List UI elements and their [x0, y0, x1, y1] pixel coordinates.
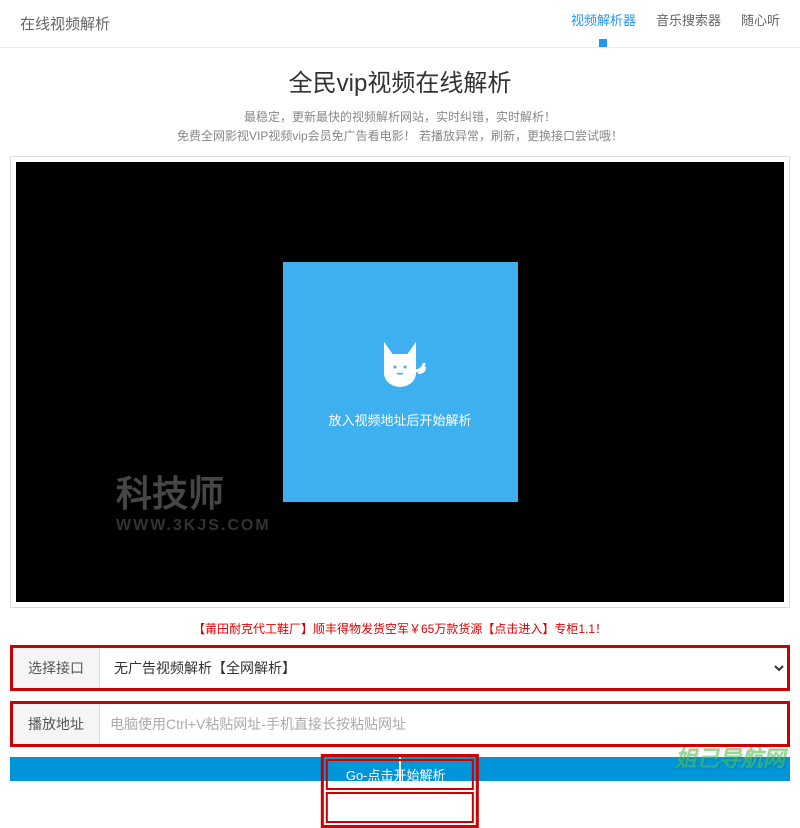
page-subtitle: 最稳定，更新最快的视频解析网站，实时纠错，实时解析！ 免费全网影视VIP视频vi…: [0, 108, 800, 146]
nav-video-parser[interactable]: 视频解析器: [571, 10, 636, 37]
player-placeholder: 放入视频地址后开始解析: [283, 262, 518, 502]
new-button-highlight[interactable]: New-点击全屏解析: [326, 792, 474, 823]
video-player[interactable]: 放入视频地址后开始解析 科技师 WWW.3KJS.COM: [16, 162, 784, 602]
nav-music-search[interactable]: 音乐搜索器: [656, 10, 721, 37]
cat-icon: [370, 335, 430, 395]
nav-random-listen[interactable]: 随心听: [741, 10, 780, 37]
page-title: 全民vip视频在线解析: [0, 63, 800, 98]
interface-select[interactable]: 无广告视频解析【全网解析】: [100, 648, 787, 688]
brand-title: 在线视频解析: [20, 13, 110, 34]
highlighted-button-overlay: Go-点击开始解析 New-点击全屏解析: [321, 754, 479, 828]
interface-select-label: 选择接口: [13, 648, 100, 688]
main-nav: 视频解析器 音乐搜索器 随心听: [571, 10, 780, 37]
player-hint-text: 放入视频地址后开始解析: [328, 410, 471, 429]
url-input-row: 播放地址: [10, 701, 790, 747]
player-container: 放入视频地址后开始解析 科技师 WWW.3KJS.COM: [10, 156, 790, 608]
subtitle-line-2: 免费全网影视VIP视频vip会员免广告看电影！ 若播放异常，刷新，更换接口尝试哦…: [0, 127, 800, 146]
subtitle-line-1: 最稳定，更新最快的视频解析网站，实时纠错，实时解析！: [0, 108, 800, 127]
url-input-label: 播放地址: [13, 704, 100, 744]
url-input[interactable]: [100, 704, 787, 744]
watermark-main: 科技师 WWW.3KJS.COM: [116, 472, 271, 534]
ad-banner-text[interactable]: 【莆田耐克代工鞋厂】顺丰得物发货空军￥65万款货源【点击进入】专柜1.1！: [0, 620, 800, 637]
interface-select-row: 选择接口 无广告视频解析【全网解析】: [10, 645, 790, 691]
